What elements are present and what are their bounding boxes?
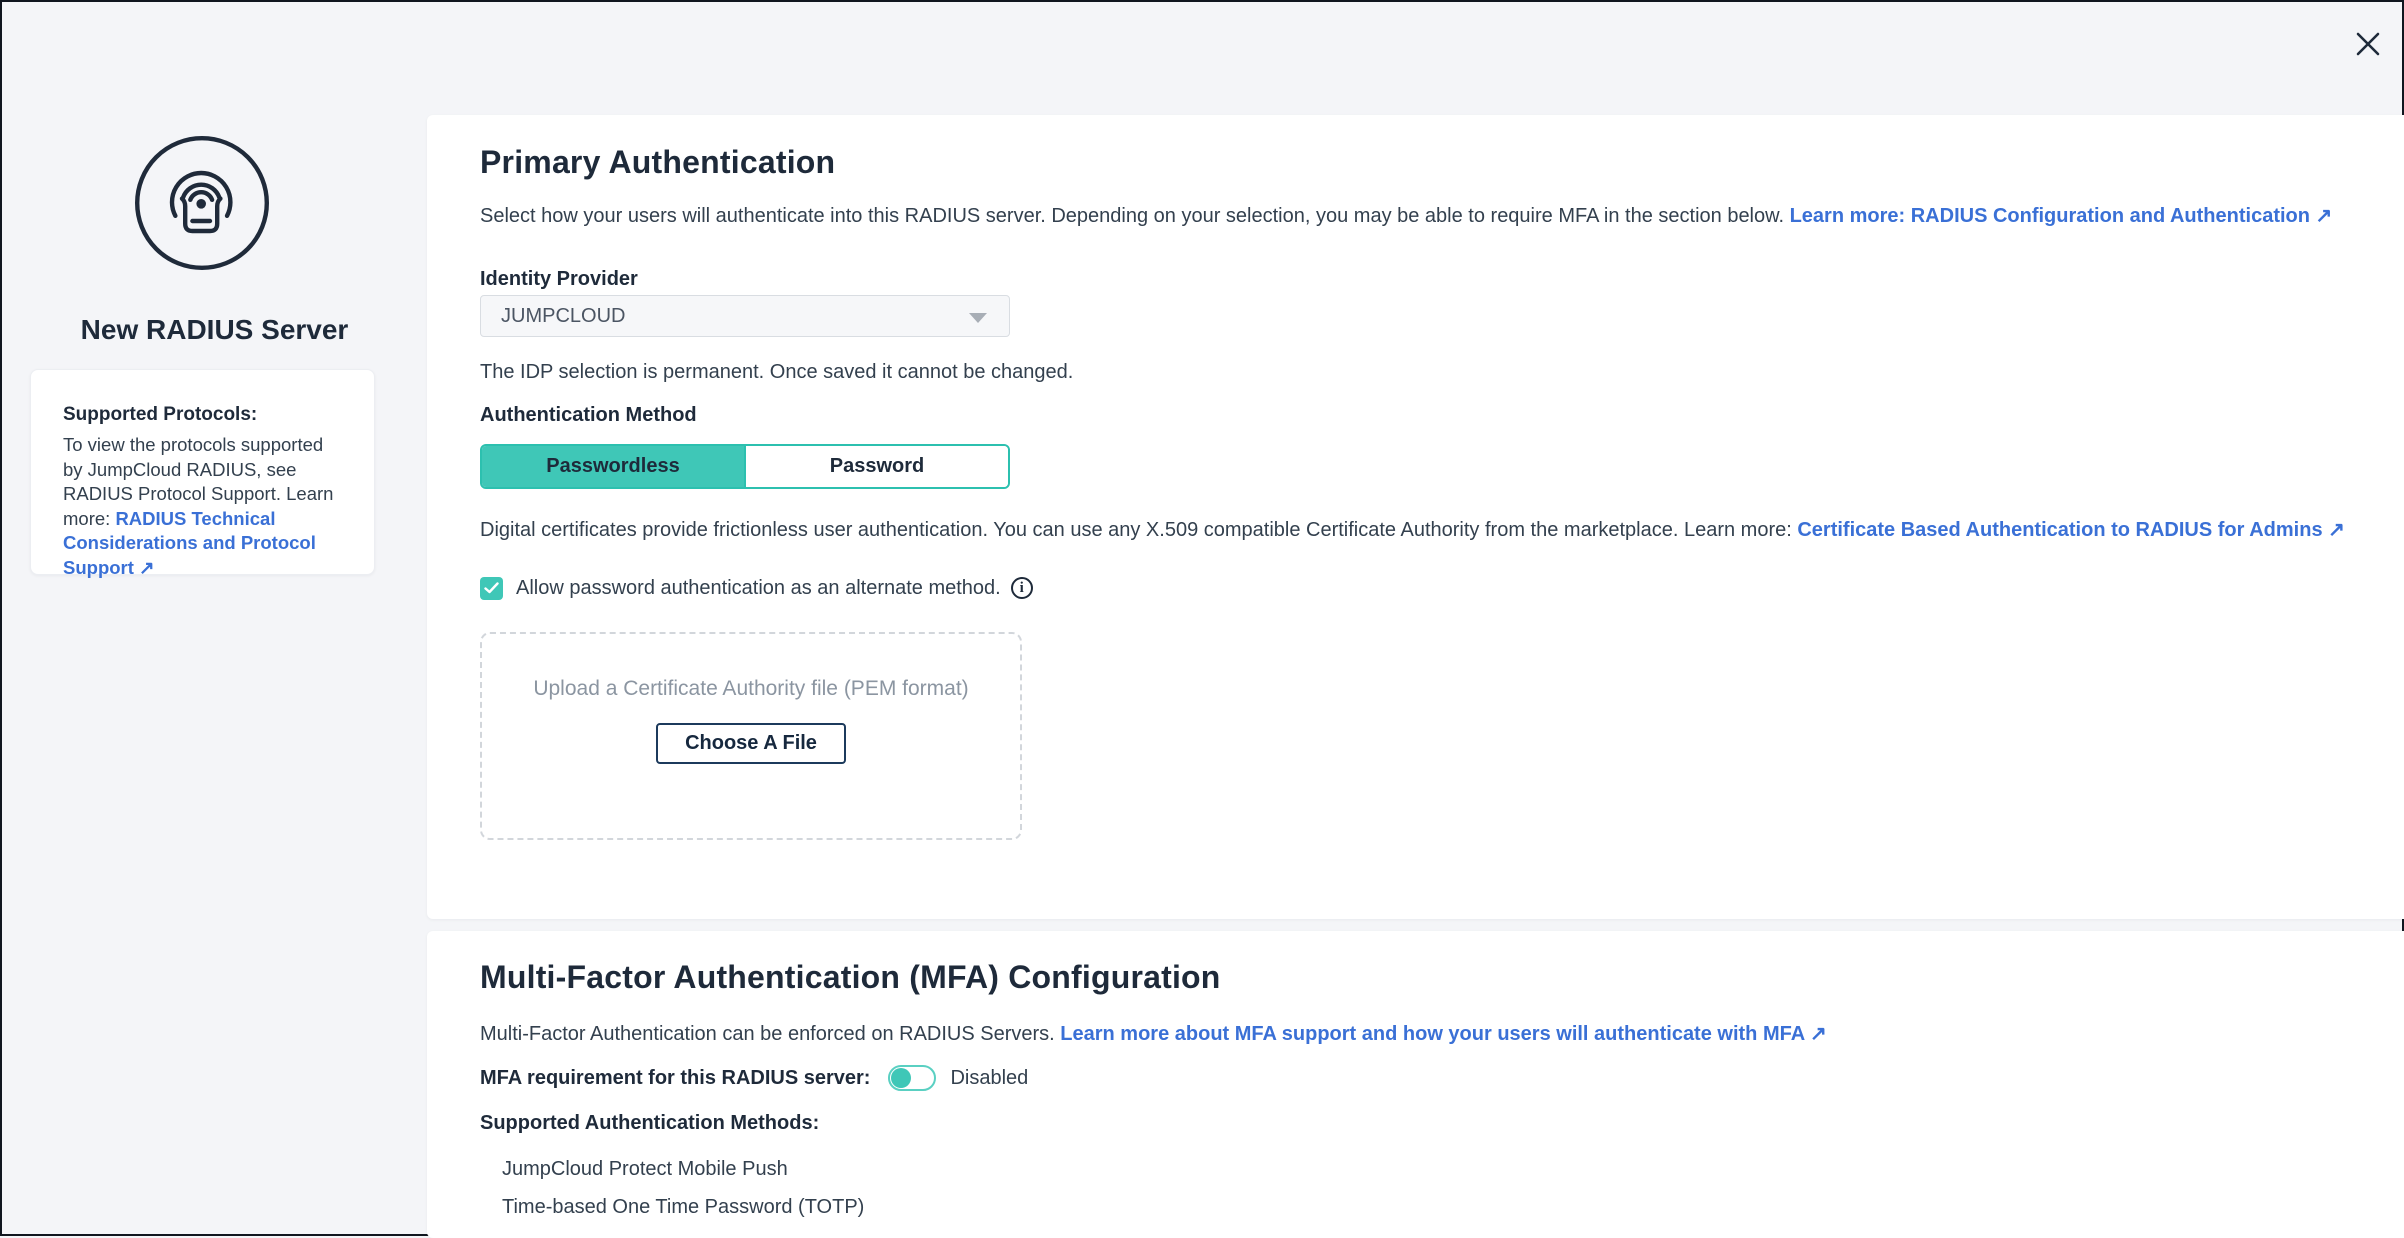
- primary-auth-intro: Select how your users will authenticate …: [480, 201, 2332, 231]
- new-radius-server-modal: { "sidebar": { "title": "New RADIUS Serv…: [0, 0, 2404, 1236]
- choose-file-button[interactable]: Choose A File: [656, 723, 846, 764]
- supported-methods-label: Supported Authentication Methods:: [480, 1111, 819, 1135]
- mfa-intro: Multi-Factor Authentication can be enfor…: [480, 1019, 1827, 1049]
- alt-password-row: Allow password authentication as an alte…: [480, 573, 1033, 603]
- list-item-totp: Time-based One Time Password (TOTP): [502, 1195, 864, 1219]
- checkmark-icon: [484, 582, 499, 594]
- mfa-toggle[interactable]: [888, 1065, 936, 1091]
- radius-config-auth-link[interactable]: Learn more: RADIUS Configuration and Aut…: [1790, 205, 2333, 227]
- idp-permanent-note: The IDP selection is permanent. Once sav…: [480, 360, 1073, 384]
- cert-based-auth-link[interactable]: Certificate Based Authentication to RADI…: [1797, 519, 2345, 541]
- mfa-toggle-state: Disabled: [950, 1067, 1028, 1090]
- cert-description: Digital certificates provide frictionles…: [480, 515, 2345, 545]
- primary-auth-heading: Primary Authentication: [480, 143, 835, 181]
- ca-file-dropzone: Upload a Certificate Authority file (PEM…: [480, 632, 1022, 840]
- chevron-down-icon: [969, 313, 987, 323]
- close-icon[interactable]: [2350, 26, 2386, 62]
- supported-protocols-heading: Supported Protocols:: [63, 403, 344, 427]
- auth-method-label: Authentication Method: [480, 403, 697, 427]
- list-item-mobile-push: JumpCloud Protect Mobile Push: [502, 1157, 788, 1181]
- auth-method-segmented-control: Passwordless Password: [480, 444, 1010, 489]
- mfa-learn-more-link[interactable]: Learn more about MFA support and how you…: [1060, 1023, 1826, 1045]
- toggle-knob: [891, 1068, 911, 1088]
- close-x-glyph: [2354, 30, 2382, 58]
- identity-provider-select[interactable]: JUMPCLOUD: [480, 295, 1010, 337]
- identity-provider-value: JUMPCLOUD: [501, 305, 625, 328]
- info-icon[interactable]: i: [1011, 577, 1033, 599]
- tab-passwordless[interactable]: Passwordless: [482, 446, 744, 487]
- radius-server-icon: [118, 119, 286, 287]
- mfa-requirement-row: MFA requirement for this RADIUS server: …: [480, 1065, 1028, 1091]
- mfa-requirement-label: MFA requirement for this RADIUS server:: [480, 1066, 870, 1090]
- alt-password-checkbox[interactable]: [480, 577, 503, 600]
- mfa-configuration-panel: Multi-Factor Authentication (MFA) Config…: [427, 931, 2404, 1238]
- primary-authentication-panel: Primary Authentication Select how your u…: [427, 115, 2404, 919]
- mfa-heading: Multi-Factor Authentication (MFA) Config…: [480, 958, 1221, 996]
- supported-protocols-card: Supported Protocols: To view the protoco…: [30, 369, 375, 575]
- supported-protocols-text: To view the protocols supported by JumpC…: [63, 433, 344, 580]
- identity-provider-label: Identity Provider: [480, 267, 638, 291]
- tab-password[interactable]: Password: [744, 446, 1008, 487]
- alt-password-label: Allow password authentication as an alte…: [516, 573, 1001, 603]
- page-title: New RADIUS Server: [2, 314, 427, 346]
- dropzone-placeholder: Upload a Certificate Authority file (PEM…: [482, 674, 1020, 704]
